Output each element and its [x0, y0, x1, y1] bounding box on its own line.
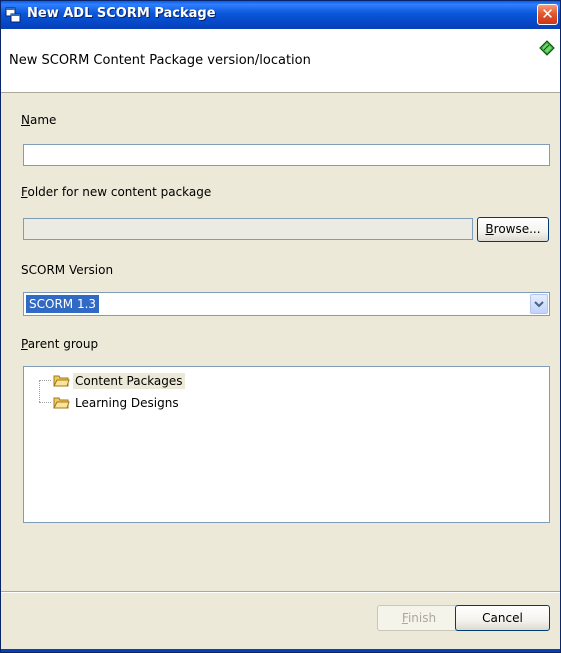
green-book-icon: [539, 40, 555, 56]
folder-icon: [53, 375, 70, 387]
parent-group-tree[interactable]: Content Packages Learning Designs: [23, 366, 550, 523]
scorm-version-select[interactable]: SCORM 1.3: [23, 292, 550, 316]
dialog-window: New ADL SCORM Package ✕ New SCORM Conten…: [0, 0, 561, 653]
parent-group-label: Parent group: [21, 337, 99, 351]
tree-item-label: Content Packages: [73, 373, 185, 389]
scorm-version-value: SCORM 1.3: [26, 295, 100, 313]
dropdown-button[interactable]: [530, 294, 548, 314]
browse-button[interactable]: Browse...: [477, 217, 549, 242]
close-button[interactable]: ✕: [537, 4, 558, 25]
page-title: New SCORM Content Package version/locati…: [9, 53, 311, 68]
tree-connector: [39, 402, 51, 403]
footer-separator: [1, 591, 560, 593]
name-field[interactable]: [23, 144, 550, 166]
wizard-banner: New SCORM Content Package version/locati…: [1, 29, 560, 93]
title-bar[interactable]: New ADL SCORM Package ✕: [1, 1, 560, 29]
name-label: Name: [21, 113, 57, 127]
finish-button[interactable]: Finish: [377, 605, 461, 631]
tree-item-label: Learning Designs: [75, 396, 179, 410]
tree-connector: [39, 380, 51, 381]
chevron-down-icon: [534, 301, 544, 308]
close-icon: ✕: [541, 5, 554, 23]
app-icon: [5, 7, 21, 23]
folder-field[interactable]: [23, 218, 473, 240]
window-title: New ADL SCORM Package: [27, 6, 216, 21]
folder-icon: [53, 397, 70, 409]
scorm-version-label: SCORM Version: [21, 263, 114, 277]
folder-label: Folder for new content package: [21, 185, 212, 199]
cancel-button[interactable]: Cancel: [455, 605, 550, 631]
window-frame-bottom: [1, 649, 560, 652]
tree-connector-vertical: [39, 380, 40, 402]
